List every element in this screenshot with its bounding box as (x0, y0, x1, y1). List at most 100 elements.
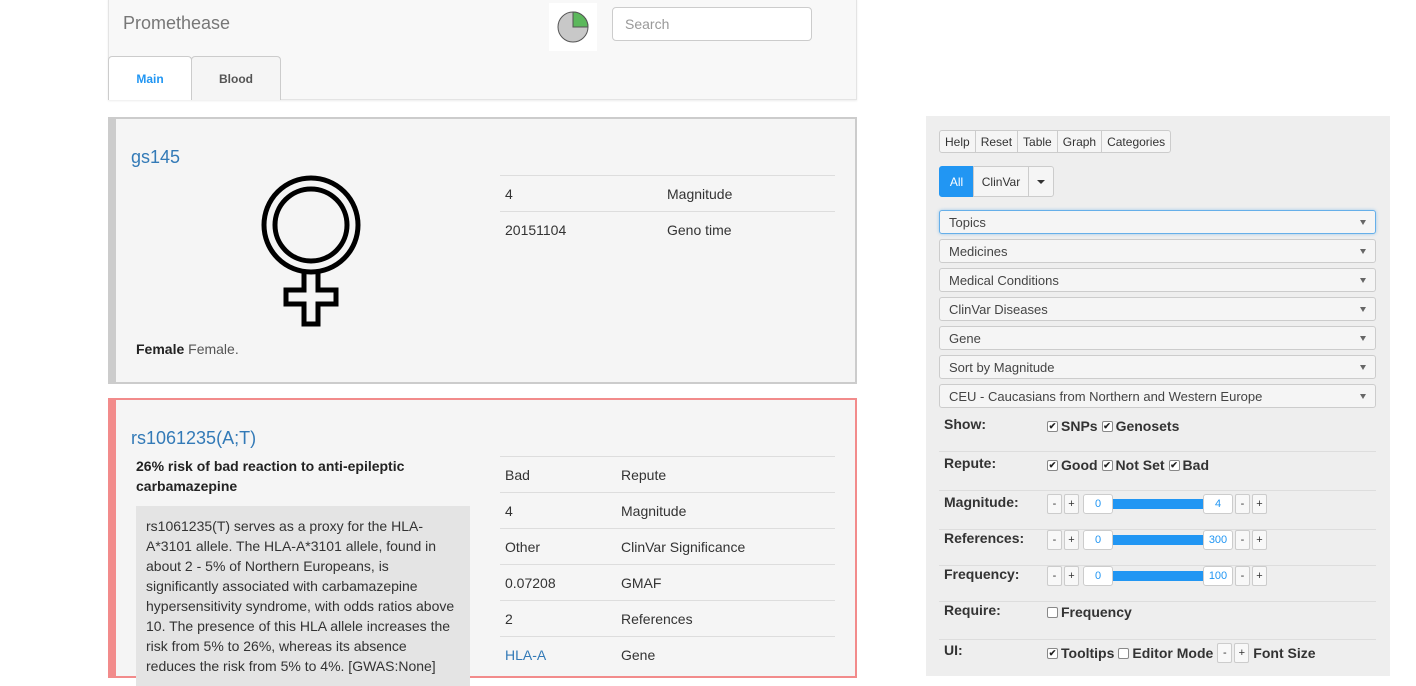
max-decrement-button[interactable]: - (1235, 494, 1250, 514)
genoset-card: gs145 Female Female. 4 Magnitude 20151104… (108, 117, 857, 384)
bad-label: Bad (1182, 457, 1209, 473)
dropdown-arrow-icon (1360, 306, 1366, 312)
show-options: ✔ SNPs ✔ Genosets (1047, 418, 1183, 434)
gene-select[interactable]: Gene (939, 326, 1376, 350)
slider-max-value[interactable]: 4 (1203, 494, 1233, 514)
filter-all-button[interactable]: All (939, 166, 974, 197)
require-frequency-checkbox[interactable] (1047, 606, 1058, 618)
frequency-slider[interactable]: 0 100 (1083, 566, 1233, 586)
repute-row: Repute: ✔ Good ✔ Not Set ✔ Bad (939, 455, 1376, 491)
good-label: Good (1061, 457, 1098, 473)
tooltips-checkbox[interactable]: ✔ (1047, 647, 1058, 659)
references-slider-group: - + 0 300 - + (1047, 530, 1269, 550)
slider-max-value[interactable]: 100 (1203, 566, 1233, 586)
max-decrement-button[interactable]: - (1235, 566, 1250, 586)
max-increment-button[interactable]: + (1252, 530, 1267, 550)
min-increment-button[interactable]: + (1064, 566, 1079, 586)
magnitude-slider[interactable]: 04 (1083, 494, 1233, 514)
filter-panel: Help Reset Table Graph Categories All Cl… (926, 116, 1390, 676)
min-decrement-button[interactable]: - (1047, 494, 1062, 514)
ui-row: UI: ✔ Tooltips Editor Mode - + Font Size (939, 642, 1376, 678)
require-label: Require: (944, 602, 1001, 618)
slider-min-value[interactable]: 0 (1083, 530, 1113, 550)
max-decrement-button[interactable]: - (1235, 530, 1250, 550)
properties-table: Bad Repute 4 Magnitude Other ClinVar Signif… (500, 456, 835, 673)
prop-key: Repute (616, 456, 835, 493)
slider-min-value[interactable]: 0 (1083, 566, 1113, 586)
progress-pie-icon (549, 3, 597, 51)
show-row: Show: ✔ SNPs ✔ Genosets (939, 416, 1376, 452)
source-filter-group: All ClinVar (939, 166, 1054, 197)
card-title-link[interactable]: rs1061235(A;T) (131, 428, 256, 449)
card-title-link[interactable]: gs145 (131, 147, 180, 168)
good-checkbox[interactable]: ✔ (1047, 459, 1058, 471)
topics-select[interactable]: Topics (939, 210, 1376, 234)
show-label: Show: (944, 416, 986, 432)
table-row: 4 Magnitude (500, 492, 835, 529)
min-decrement-button[interactable]: - (1047, 530, 1062, 550)
tooltips-label: Tooltips (1061, 645, 1115, 661)
snps-checkbox[interactable]: ✔ (1047, 420, 1058, 432)
require-row: Require: Frequency (939, 602, 1376, 640)
caret-down-icon (1037, 179, 1045, 184)
prop-value: 20151104 (500, 211, 662, 248)
brand-title[interactable]: Promethease (123, 13, 230, 34)
toolbar-buttons: Help Reset Table Graph Categories (939, 130, 1172, 153)
population-select[interactable]: CEU - Caucasians from Northern and Weste… (939, 384, 1376, 408)
gene-link[interactable]: HLA-A (505, 647, 546, 663)
card-description: rs1061235(T) serves as a proxy for the H… (136, 506, 470, 686)
dropdown-arrow-icon (1360, 393, 1366, 399)
help-button[interactable]: Help (939, 130, 976, 153)
frequency-slider-group: - + 0 100 - + (1047, 566, 1269, 586)
select-label: Sort by Magnitude (949, 359, 1055, 375)
require-frequency-label: Frequency (1061, 604, 1132, 620)
tab-main[interactable]: Main (108, 56, 192, 100)
prop-key: GMAF (616, 564, 835, 601)
tab-blood[interactable]: Blood (191, 56, 281, 100)
search-input[interactable] (612, 7, 812, 41)
medicines-select[interactable]: Medicines (939, 239, 1376, 263)
table-row: 2 References (500, 600, 835, 637)
select-label: Gene (949, 330, 981, 346)
graph-button[interactable]: Graph (1056, 130, 1103, 153)
min-increment-button[interactable]: + (1064, 494, 1079, 514)
genosets-checkbox[interactable]: ✔ (1101, 420, 1113, 432)
sort-select[interactable]: Sort by Magnitude (939, 355, 1376, 379)
dropdown-arrow-icon (1360, 277, 1366, 283)
font-decrease-button[interactable]: - (1217, 643, 1233, 663)
reset-button[interactable]: Reset (974, 130, 1019, 153)
prop-value: 2 (500, 600, 616, 637)
clinvar-diseases-select[interactable]: ClinVar Diseases (939, 297, 1376, 321)
table-button[interactable]: Table (1017, 130, 1058, 153)
prop-key: ClinVar Significance (616, 528, 835, 565)
not-set-checkbox[interactable]: ✔ (1101, 459, 1113, 471)
prop-value: Bad (500, 456, 616, 493)
categories-button[interactable]: Categories (1101, 130, 1172, 153)
dropdown-arrow-icon (1360, 335, 1366, 341)
medical-conditions-select[interactable]: Medical Conditions (939, 268, 1376, 292)
prop-key: Gene (616, 636, 835, 673)
slider-max-value[interactable]: 300 (1203, 530, 1233, 550)
max-increment-button[interactable]: + (1252, 494, 1267, 514)
slider-min-value[interactable]: 0 (1083, 494, 1113, 514)
snps-label: SNPs (1061, 418, 1098, 434)
repute-label: Repute: (944, 455, 997, 471)
references-slider[interactable]: 0 300 (1083, 530, 1233, 550)
prop-key: Magnitude (616, 492, 835, 529)
min-increment-button[interactable]: + (1064, 530, 1079, 550)
summary-bold: Female (136, 341, 185, 357)
select-label: Topics (949, 214, 986, 230)
max-increment-button[interactable]: + (1252, 566, 1267, 586)
editor-mode-checkbox[interactable] (1118, 647, 1130, 659)
editor-mode-label: Editor Mode (1132, 645, 1214, 661)
magnitude-label: Magnitude: (944, 494, 1019, 510)
min-decrement-button[interactable]: - (1047, 566, 1062, 586)
table-row: HLA-A Gene (500, 636, 835, 673)
prop-key: Geno time (662, 211, 835, 248)
select-label: Medical Conditions (949, 272, 1059, 288)
filter-clinvar-button[interactable]: ClinVar (973, 166, 1029, 197)
not-set-label: Not Set (1115, 457, 1165, 473)
font-increase-button[interactable]: + (1234, 643, 1250, 663)
filter-dropdown-button[interactable] (1028, 166, 1054, 197)
bad-checkbox[interactable]: ✔ (1168, 459, 1180, 471)
